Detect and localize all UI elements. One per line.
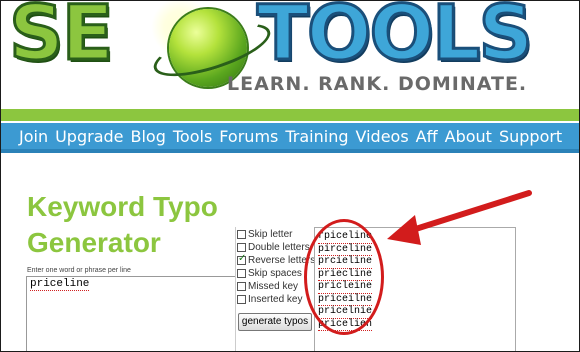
checkbox[interactable] <box>237 295 246 304</box>
nav-join[interactable]: Join <box>19 127 48 146</box>
keyword-input-value: priceline <box>30 278 90 291</box>
nav-forums[interactable]: Forums <box>219 127 278 146</box>
option-label: Double letters <box>248 242 310 253</box>
logo-tools-text: TOOLS <box>255 0 534 77</box>
option-label: Skip letter <box>248 229 293 240</box>
nav-about[interactable]: About <box>445 127 492 146</box>
checkbox[interactable] <box>237 282 246 291</box>
nav-tools[interactable]: Tools <box>173 127 212 146</box>
nav-bottom-border <box>1 149 579 153</box>
checkbox[interactable] <box>237 269 246 278</box>
page-frame: SE TOOLS LEARN. RANK. DOMINATE. Join Upg… <box>0 0 580 352</box>
header-accent-bar <box>1 109 579 121</box>
annotation-circle <box>304 219 384 335</box>
checkbox[interactable] <box>237 253 246 265</box>
checkbox[interactable] <box>237 230 246 239</box>
nav-upgrade[interactable]: Upgrade <box>55 127 123 146</box>
checkbox[interactable] <box>237 243 246 252</box>
tagline: LEARN. RANK. DOMINATE. <box>227 73 528 95</box>
keyword-input[interactable]: priceline <box>26 276 236 351</box>
site-header: SE TOOLS LEARN. RANK. DOMINATE. <box>1 1 579 109</box>
options-divider <box>235 227 236 351</box>
generate-typos-button[interactable]: generate typos <box>238 313 312 331</box>
logo-se-text: SE <box>8 0 116 77</box>
option-label: Skip spaces <box>248 268 302 279</box>
nav-aff[interactable]: Aff <box>416 127 438 146</box>
nav-blog[interactable]: Blog <box>131 127 166 146</box>
nav-videos[interactable]: Videos <box>356 127 409 146</box>
option-label: Missed key <box>248 281 299 292</box>
page-title: Keyword Typo Generator <box>27 191 218 258</box>
input-hint: Enter one word or phrase per line <box>27 267 131 274</box>
option-label: Inserted key <box>248 294 303 305</box>
nav-support[interactable]: Support <box>499 127 562 146</box>
main-nav: Join Upgrade Blog Tools Forums Training … <box>1 123 579 149</box>
nav-training[interactable]: Training <box>285 127 348 146</box>
